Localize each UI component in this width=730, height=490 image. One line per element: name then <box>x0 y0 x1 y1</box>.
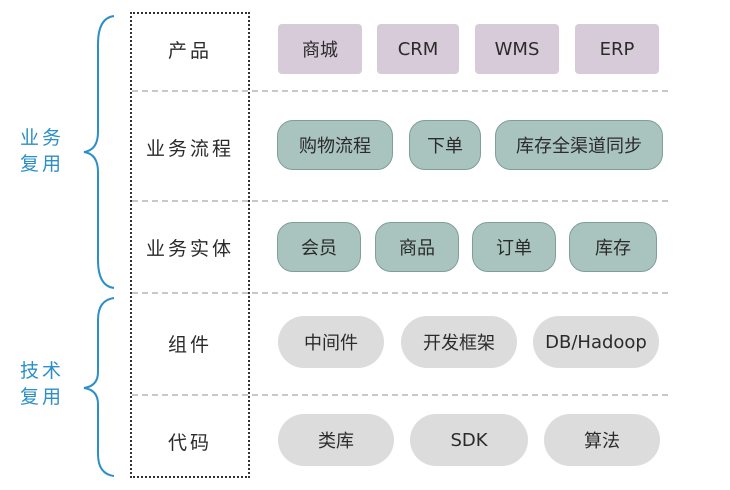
item-code-sdk: SDK <box>410 414 528 466</box>
item-entity-product: 商品 <box>375 222 459 272</box>
item-product-wms: WMS <box>475 24 559 74</box>
item-code-library: 类库 <box>278 414 394 466</box>
layer-label-business-flow: 业务流程 <box>145 138 234 160</box>
group-label-tech-reuse: 技术 复用 <box>19 360 64 408</box>
item-flow-shopping: 购物流程 <box>277 120 393 170</box>
layer-label-product: 产品 <box>167 40 212 62</box>
layer-label-code: 代码 <box>167 432 212 454</box>
item-code-algorithm: 算法 <box>544 414 660 466</box>
item-entity-member: 会员 <box>277 222 361 272</box>
item-entity-inventory: 库存 <box>569 222 657 272</box>
item-flow-order: 下单 <box>409 120 481 170</box>
item-product-mall: 商城 <box>278 24 362 74</box>
brace-tech <box>83 297 115 477</box>
divider-flow-entity <box>132 200 668 202</box>
group-label-business-reuse: 业务 复用 <box>19 127 64 175</box>
brace-business <box>83 15 115 289</box>
item-product-erp: ERP <box>575 24 659 74</box>
item-product-crm: CRM <box>377 24 459 74</box>
divider-component-code <box>132 394 668 396</box>
divider-product-flow <box>132 90 668 92</box>
divider-entity-component <box>132 292 668 294</box>
layer-label-component: 组件 <box>167 334 212 356</box>
layer-label-business-entity: 业务实体 <box>145 238 234 260</box>
item-entity-order: 订单 <box>472 222 556 272</box>
item-component-middleware: 中间件 <box>278 316 384 368</box>
item-component-framework: 开发框架 <box>401 316 517 368</box>
item-flow-inventory-sync: 库存全渠道同步 <box>495 120 663 170</box>
item-component-db-hadoop: DB/Hadoop <box>533 316 659 368</box>
